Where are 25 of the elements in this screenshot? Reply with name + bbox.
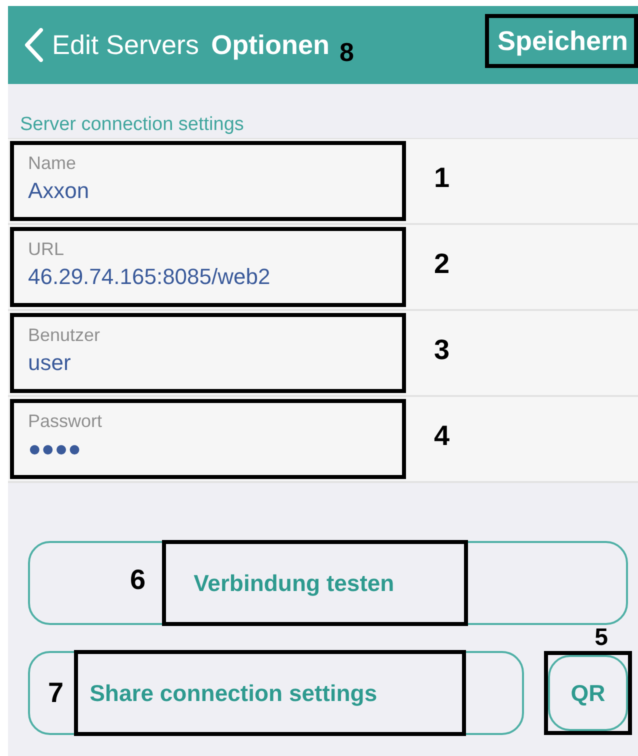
field-value[interactable]: Axxon [28, 178, 402, 204]
input-field[interactable]: Name Axxon [10, 141, 406, 221]
share-settings-button[interactable]: 7 Share connection settings [28, 651, 524, 735]
annotation-number: 8 [340, 36, 354, 68]
back-chevron-icon [24, 28, 44, 62]
annotation-number: 3 [434, 334, 450, 366]
field-label: Benutzer [28, 325, 102, 346]
annotation-number: 5 [594, 626, 608, 650]
input-field[interactable]: Passwort ●●●● [10, 399, 406, 479]
annotation-number: 1 [434, 162, 450, 194]
field-label: Passwort [28, 411, 104, 432]
field-label: URL [28, 239, 66, 260]
input-field[interactable]: Benutzer user [10, 313, 406, 393]
annotation-number: 6 [130, 564, 146, 596]
screen-title: Optionen [211, 30, 330, 60]
field-value[interactable]: ●●●● [28, 436, 402, 462]
section-title: Server connection settings [19, 113, 245, 137]
annotation-number: 4 [434, 420, 450, 452]
field-value[interactable]: user [28, 350, 402, 376]
field-value[interactable]: 46.29.74.165:8085/web2 [28, 264, 402, 290]
test-connection-button[interactable]: 6 Verbindung testen [28, 541, 628, 625]
field-label: Name [28, 153, 78, 174]
annotation-number: 7 [48, 677, 64, 709]
input-field[interactable]: URL 46.29.74.165:8085/web2 [10, 227, 406, 307]
annotation-number: 2 [434, 248, 450, 280]
